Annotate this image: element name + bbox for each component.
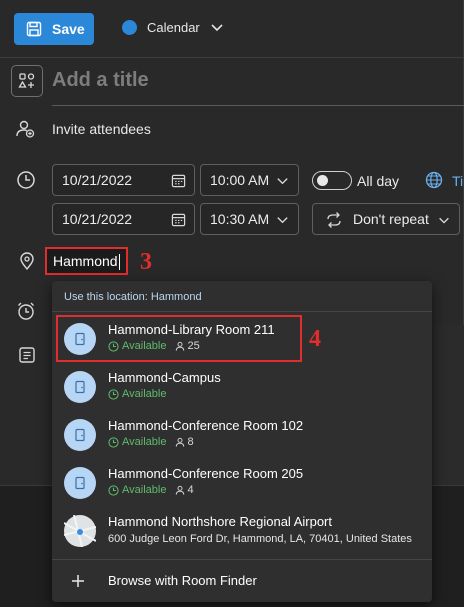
- save-button[interactable]: Save: [14, 13, 94, 45]
- clock-icon: [108, 388, 119, 400]
- location-input[interactable]: Hammond: [45, 247, 128, 275]
- timezone-link[interactable]: Ti: [452, 173, 463, 189]
- alarm-clock-icon: [18, 302, 34, 320]
- all-day-label: All day: [357, 173, 400, 189]
- suggestion-name: Hammond-Conference Room 102: [108, 418, 304, 433]
- repeat-icon: [327, 212, 341, 228]
- end-date-value: 10/21/2022: [62, 211, 133, 227]
- person-icon: [176, 437, 185, 447]
- suggestion-availability: Available 4: [108, 484, 194, 496]
- door-icon: [64, 419, 96, 451]
- calendar-color-dot: [122, 20, 137, 35]
- start-date-field[interactable]: 10/21/2022: [52, 164, 195, 196]
- annotation-highlight-box: [56, 315, 302, 362]
- category-icon: [18, 73, 35, 88]
- availability-status: Available: [122, 388, 167, 400]
- location-suggestion[interactable]: Hammond-Conference Room 102 Available 8: [52, 411, 432, 459]
- chevron-down-icon: [277, 217, 288, 224]
- toggle-knob: [317, 175, 328, 186]
- annotation-marker-4: 4: [309, 326, 321, 352]
- calendar-selector[interactable]: Calendar: [122, 20, 224, 35]
- suggestion-address: 600 Judge Leon Ford Dr, Hammond, LA, 704…: [108, 533, 412, 545]
- start-date-value: 10/21/2022: [62, 172, 133, 188]
- capacity-count: 8: [187, 436, 194, 448]
- suggestion-availability: Available: [108, 388, 166, 400]
- clock-icon: [108, 436, 119, 448]
- end-date-field[interactable]: 10/21/2022: [52, 203, 195, 235]
- title-icon-button[interactable]: [11, 65, 43, 97]
- clock-icon: [17, 171, 35, 189]
- chevron-down-icon: [277, 178, 288, 185]
- save-label: Save: [52, 21, 85, 37]
- start-time-value: 10:00 AM: [210, 172, 270, 188]
- use-this-location-option[interactable]: Use this location: Hammond: [64, 291, 202, 303]
- location-suggestion[interactable]: Hammond-Campus Available: [52, 363, 432, 411]
- start-time-field[interactable]: 10:00 AM: [200, 164, 299, 196]
- calendar-label: Calendar: [147, 20, 200, 35]
- chevron-down-icon: [439, 217, 449, 224]
- suggestion-name: Hammond-Conference Room 205: [108, 466, 304, 481]
- browse-room-finder-button[interactable]: Browse with Room Finder: [52, 560, 432, 602]
- plus-icon: [72, 575, 84, 587]
- person-icon: [176, 485, 185, 495]
- suggestion-availability: Available 8: [108, 436, 194, 448]
- editor-background: [434, 325, 464, 485]
- all-day-toggle[interactable]: [312, 171, 352, 190]
- location-input-value: Hammond: [53, 253, 118, 269]
- notes-icon: [19, 347, 35, 363]
- save-icon: [26, 21, 42, 37]
- annotation-marker-3: 3: [140, 249, 152, 275]
- invite-attendees-input[interactable]: Invite attendees: [52, 121, 151, 137]
- repeat-selector[interactable]: Don't repeat: [312, 203, 460, 235]
- door-icon: [64, 467, 96, 499]
- browse-room-finder-label: Browse with Room Finder: [108, 573, 257, 588]
- chevron-down-icon: [211, 23, 223, 31]
- map-thumbnail: [64, 515, 96, 547]
- door-icon: [64, 371, 96, 403]
- title-input[interactable]: Add a title: [52, 69, 149, 92]
- location-suggestion[interactable]: Hammond-Conference Room 205 Available 4: [52, 459, 432, 507]
- title-underline: [52, 105, 464, 106]
- globe-icon: [425, 171, 443, 189]
- end-time-field[interactable]: 10:30 AM: [200, 203, 299, 235]
- availability-status: Available: [122, 484, 167, 496]
- toolbar: Save Calendar: [0, 0, 464, 58]
- room-capacity: 4: [175, 484, 194, 496]
- text-caret: [118, 254, 120, 271]
- clock-icon: [108, 484, 119, 496]
- calendar-icon: [171, 174, 186, 188]
- availability-status: Available: [122, 436, 167, 448]
- calendar-icon: [171, 213, 186, 227]
- location-suggestion[interactable]: Hammond Northshore Regional Airport 600 …: [52, 507, 432, 555]
- room-capacity: 8: [175, 436, 194, 448]
- suggestion-name: Hammond-Campus: [108, 370, 221, 385]
- location-pin-icon: [20, 252, 34, 271]
- repeat-label: Don't repeat: [353, 211, 429, 227]
- add-people-icon: [16, 120, 35, 138]
- dropdown-divider: [52, 311, 432, 312]
- suggestion-name: Hammond Northshore Regional Airport: [108, 514, 332, 529]
- capacity-count: 4: [187, 484, 194, 496]
- end-time-value: 10:30 AM: [210, 211, 270, 227]
